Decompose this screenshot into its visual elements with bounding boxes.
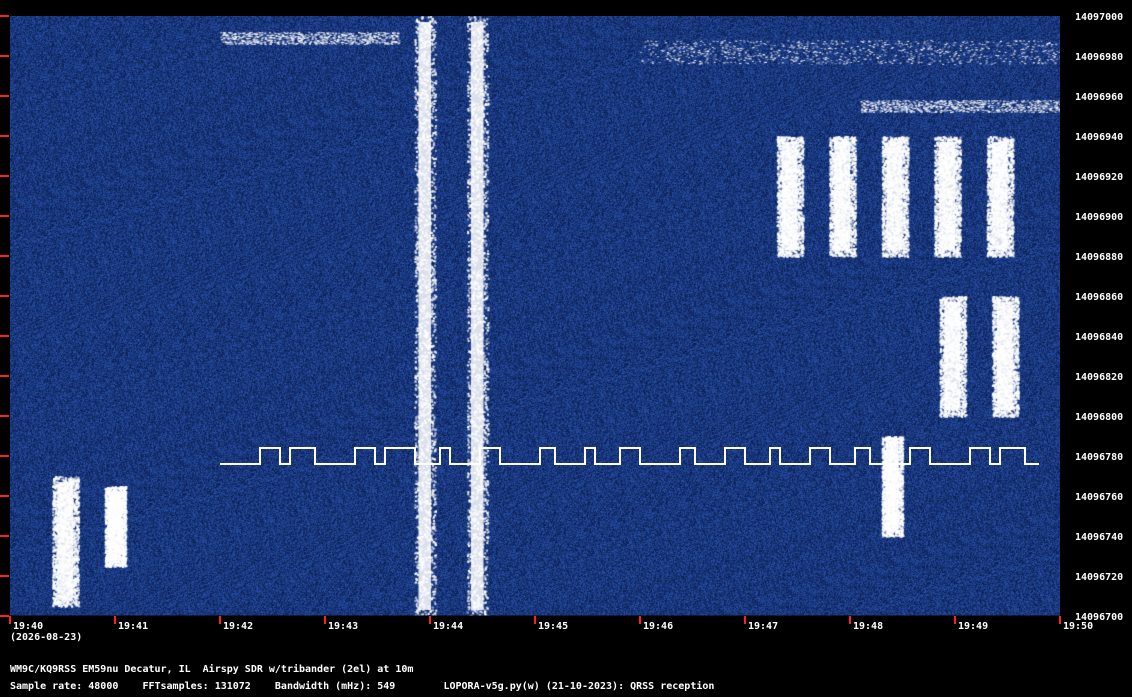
y-tick-label: 14096760 xyxy=(1075,492,1123,503)
x-tick-label: 19:46 xyxy=(643,621,673,632)
y-tick-label: 14096900 xyxy=(1075,212,1123,223)
y-tick-label: 14096940 xyxy=(1075,132,1123,143)
x-tick-label: 19:45 xyxy=(538,621,568,632)
date-label: (2026-08-23) xyxy=(10,632,83,643)
x-tick-label: 19:43 xyxy=(328,621,358,632)
receiver-info: Sample rate: 48000 FFTsamples: 131072 Ba… xyxy=(10,681,715,692)
y-tick-label: 14096740 xyxy=(1075,532,1123,543)
y-tick-label: 14096880 xyxy=(1075,252,1123,263)
x-tick-label: 19:48 xyxy=(853,621,883,632)
waterfall-canvas xyxy=(10,16,1060,616)
waterfall-grabber: 14097000 14096980 14096960 14096940 14096920… xyxy=(0,0,1132,697)
x-tick-label: 19:40 xyxy=(13,621,43,632)
y-tick-label: 14096860 xyxy=(1075,292,1123,303)
x-tick-label: 19:41 xyxy=(118,621,148,632)
y-tick-label: 14096980 xyxy=(1075,52,1123,63)
x-tick-label: 19:44 xyxy=(433,621,463,632)
y-tick-label: 14096800 xyxy=(1075,412,1123,423)
x-tick-label: 19:50 xyxy=(1063,621,1093,632)
y-tick-label: 14096960 xyxy=(1075,92,1123,103)
x-tick-label: 19:49 xyxy=(958,621,988,632)
y-tick-label: 14096840 xyxy=(1075,332,1123,343)
waterfall-canvas-holder xyxy=(10,16,1060,616)
y-tick-label: 14096720 xyxy=(1075,572,1123,583)
y-tick-label: 14096780 xyxy=(1075,452,1123,463)
y-tick-label: 14097000 xyxy=(1075,12,1123,23)
x-tick-label: 19:47 xyxy=(748,621,778,632)
y-tick-label: 14096820 xyxy=(1075,372,1123,383)
station-info: WM9C/KQ9RSS EM59nu Decatur, IL Airspy SD… xyxy=(10,664,414,675)
x-tick-label: 19:42 xyxy=(223,621,253,632)
y-tick-label: 14096920 xyxy=(1075,172,1123,183)
